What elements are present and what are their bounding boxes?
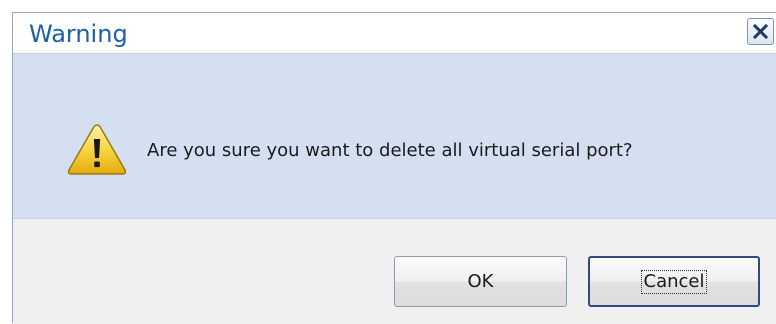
dialog-title: Warning — [29, 20, 128, 48]
cancel-button-label: Cancel — [640, 269, 708, 294]
message-area: Are you sure you want to delete all virt… — [13, 54, 776, 219]
button-area: OK Cancel — [13, 219, 776, 324]
ok-button-label: OK — [467, 271, 494, 292]
close-icon — [753, 24, 768, 39]
close-button[interactable] — [747, 18, 774, 45]
warning-dialog: Warning Are you sure you want to delete … — [12, 12, 776, 324]
dialog-titlebar: Warning — [13, 13, 776, 54]
warning-icon — [67, 124, 127, 175]
message-text: Are you sure you want to delete all virt… — [147, 140, 633, 161]
ok-button[interactable]: OK — [394, 256, 567, 307]
cancel-button[interactable]: Cancel — [588, 256, 760, 307]
